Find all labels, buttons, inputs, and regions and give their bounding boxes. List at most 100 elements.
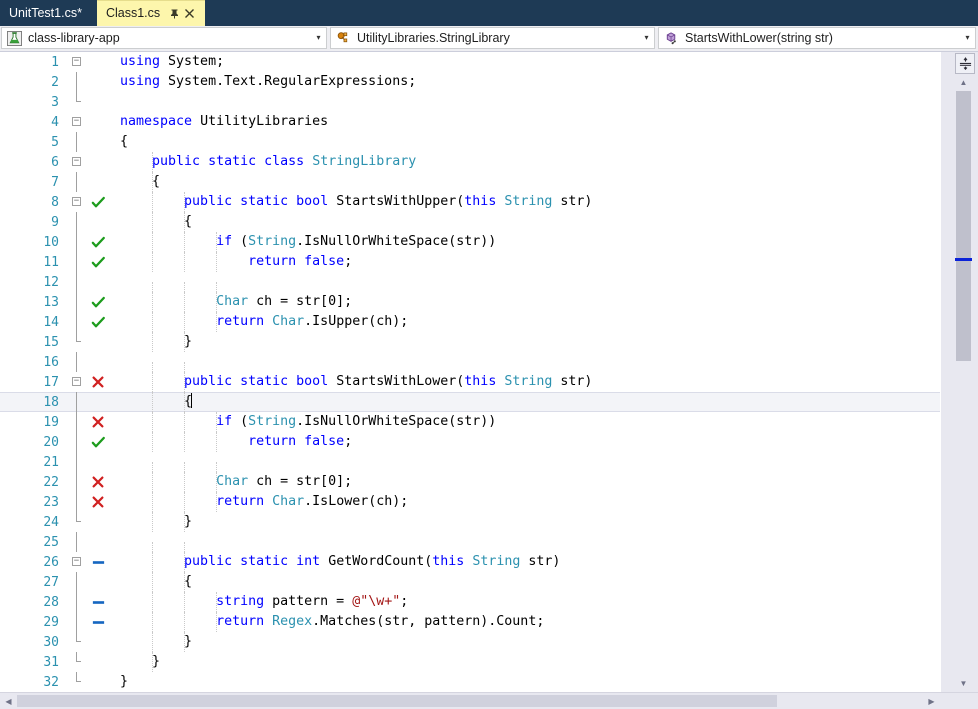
code-text[interactable]: return Char.IsUpper(ch); [118, 312, 940, 332]
collapse-minus-icon[interactable]: − [72, 557, 81, 566]
code-line[interactable]: 1 − using System; [0, 52, 940, 72]
editor-gutter[interactable] [68, 492, 118, 512]
code-line[interactable]: 20 return false; [0, 432, 940, 452]
code-text[interactable]: namespace UtilityLibraries [118, 112, 940, 132]
split-view-button[interactable] [955, 53, 975, 74]
code-text[interactable]: return Regex.Matches(str, pattern).Count… [118, 612, 940, 632]
editor-gutter[interactable] [68, 212, 118, 232]
test-coverage-notrun-icon[interactable] [88, 552, 108, 572]
editor-gutter[interactable] [68, 272, 118, 292]
type-selector-dropdown[interactable]: UtilityLibraries.StringLibrary ▾ [330, 27, 655, 49]
code-line[interactable]: 31 } [0, 652, 940, 672]
horizontal-scrollbar-thumb[interactable] [17, 695, 777, 707]
member-selector-dropdown[interactable]: StartsWithLower(string str) ▾ [658, 27, 976, 49]
code-text[interactable]: { [118, 132, 940, 152]
test-coverage-pass-icon[interactable] [88, 312, 108, 332]
editor-gutter[interactable]: − [68, 552, 118, 572]
chevron-down-icon[interactable]: ▾ [960, 34, 975, 42]
code-text[interactable]: } [118, 672, 940, 692]
code-line[interactable]: 17 − public static bool StartsWithLower(t… [0, 372, 940, 392]
code-text[interactable]: } [118, 512, 940, 532]
test-coverage-pass-icon[interactable] [88, 232, 108, 252]
code-text[interactable]: if (String.IsNullOrWhiteSpace(str)) [118, 412, 940, 432]
code-line[interactable]: 15 } [0, 332, 940, 352]
editor-gutter[interactable] [68, 252, 118, 272]
code-editor-surface[interactable]: 1 − using System; 2 using System.Text.Regula… [0, 52, 940, 692]
editor-gutter[interactable] [68, 632, 118, 652]
collapse-minus-icon[interactable]: − [72, 57, 81, 66]
editor-gutter[interactable] [68, 472, 118, 492]
editor-gutter[interactable] [68, 92, 118, 112]
pin-icon[interactable] [168, 7, 181, 20]
code-line[interactable]: 2 using System.Text.RegularExpressions; [0, 72, 940, 92]
code-line[interactable]: 16 [0, 352, 940, 382]
editor-gutter[interactable] [68, 452, 118, 472]
collapse-minus-icon[interactable]: − [72, 197, 81, 206]
chevron-down-icon[interactable]: ▾ [311, 34, 326, 42]
horizontal-scrollbar[interactable]: ◀ ▶ [0, 693, 940, 709]
scroll-down-arrow[interactable]: ▼ [955, 675, 972, 692]
test-coverage-fail-icon[interactable] [88, 412, 108, 432]
scroll-right-arrow[interactable]: ▶ [923, 693, 940, 709]
code-text[interactable]: return false; [118, 432, 940, 452]
code-text[interactable]: public static bool StartsWithLower(this … [118, 372, 940, 392]
editor-gutter[interactable] [68, 172, 118, 192]
code-text[interactable]: string pattern = @"\w+"; [118, 592, 940, 612]
editor-gutter[interactable]: − [68, 52, 118, 72]
code-text[interactable]: { [118, 212, 940, 232]
code-line[interactable]: 6 − public static class StringLibrary [0, 152, 940, 172]
editor-gutter[interactable] [68, 392, 118, 412]
code-line[interactable]: 12 [0, 272, 940, 302]
code-line[interactable]: 9 { [0, 212, 940, 232]
editor-gutter[interactable] [68, 352, 118, 372]
code-line[interactable]: 5{ [0, 132, 940, 152]
editor-gutter[interactable] [68, 532, 118, 552]
code-text[interactable]: public static class StringLibrary [118, 152, 940, 172]
code-line[interactable]: 18 { [0, 392, 940, 412]
editor-gutter[interactable] [68, 312, 118, 332]
code-line[interactable]: 26 − public static int GetWordCount(this … [0, 552, 940, 572]
collapse-minus-icon[interactable]: − [72, 157, 81, 166]
code-text[interactable]: return Char.IsLower(ch); [118, 492, 940, 512]
test-coverage-fail-icon[interactable] [88, 472, 108, 492]
code-text[interactable]: } [118, 652, 940, 672]
close-icon[interactable] [183, 7, 196, 20]
test-coverage-notrun-icon[interactable] [88, 592, 108, 612]
code-text[interactable]: public static int GetWordCount(this Stri… [118, 552, 940, 572]
editor-gutter[interactable] [68, 512, 118, 532]
test-coverage-fail-icon[interactable] [88, 492, 108, 512]
editor-gutter[interactable] [68, 672, 118, 692]
tab-class1-cs[interactable]: Class1.cs [96, 0, 206, 26]
editor-gutter[interactable] [68, 332, 118, 352]
vertical-scrollbar[interactable]: ▲ ▼ [955, 74, 972, 692]
code-text[interactable]: if (String.IsNullOrWhiteSpace(str)) [118, 232, 940, 252]
code-line[interactable]: 10 if (String.IsNullOrWhiteSpace(str)) [0, 232, 940, 252]
collapse-minus-icon[interactable]: − [72, 117, 81, 126]
test-coverage-fail-icon[interactable] [88, 372, 108, 392]
editor-gutter[interactable] [68, 432, 118, 452]
code-text[interactable]: { [118, 572, 940, 592]
tab-unittest1-cs[interactable]: UnitTest1.cs* [0, 0, 97, 26]
scroll-up-arrow[interactable]: ▲ [955, 74, 972, 91]
editor-gutter[interactable]: − [68, 152, 118, 172]
code-text[interactable]: { [118, 172, 940, 192]
editor-gutter[interactable] [68, 652, 118, 672]
editor-gutter[interactable]: − [68, 372, 118, 392]
code-text[interactable]: using System; [118, 52, 940, 72]
code-text[interactable]: public static bool StartsWithUpper(this … [118, 192, 940, 212]
code-line[interactable]: 28 string pattern = @"\w+"; [0, 592, 940, 612]
code-line[interactable]: 13 Char ch = str[0]; [0, 292, 940, 312]
code-line[interactable]: 8 − public static bool StartsWithUpper(th… [0, 192, 940, 212]
editor-gutter[interactable] [68, 292, 118, 312]
code-text[interactable]: } [118, 332, 940, 352]
code-text[interactable]: using System.Text.RegularExpressions; [118, 72, 940, 92]
code-line[interactable]: 4 − namespace UtilityLibraries [0, 112, 940, 132]
code-line[interactable]: 7 { [0, 172, 940, 192]
test-coverage-pass-icon[interactable] [88, 432, 108, 452]
code-text[interactable]: } [118, 632, 940, 652]
editor-gutter[interactable] [68, 592, 118, 612]
test-coverage-pass-icon[interactable] [88, 192, 108, 212]
code-line[interactable]: 14 return Char.IsUpper(ch); [0, 312, 940, 332]
editor-gutter[interactable]: − [68, 112, 118, 132]
code-line[interactable]: 3 [0, 92, 940, 112]
